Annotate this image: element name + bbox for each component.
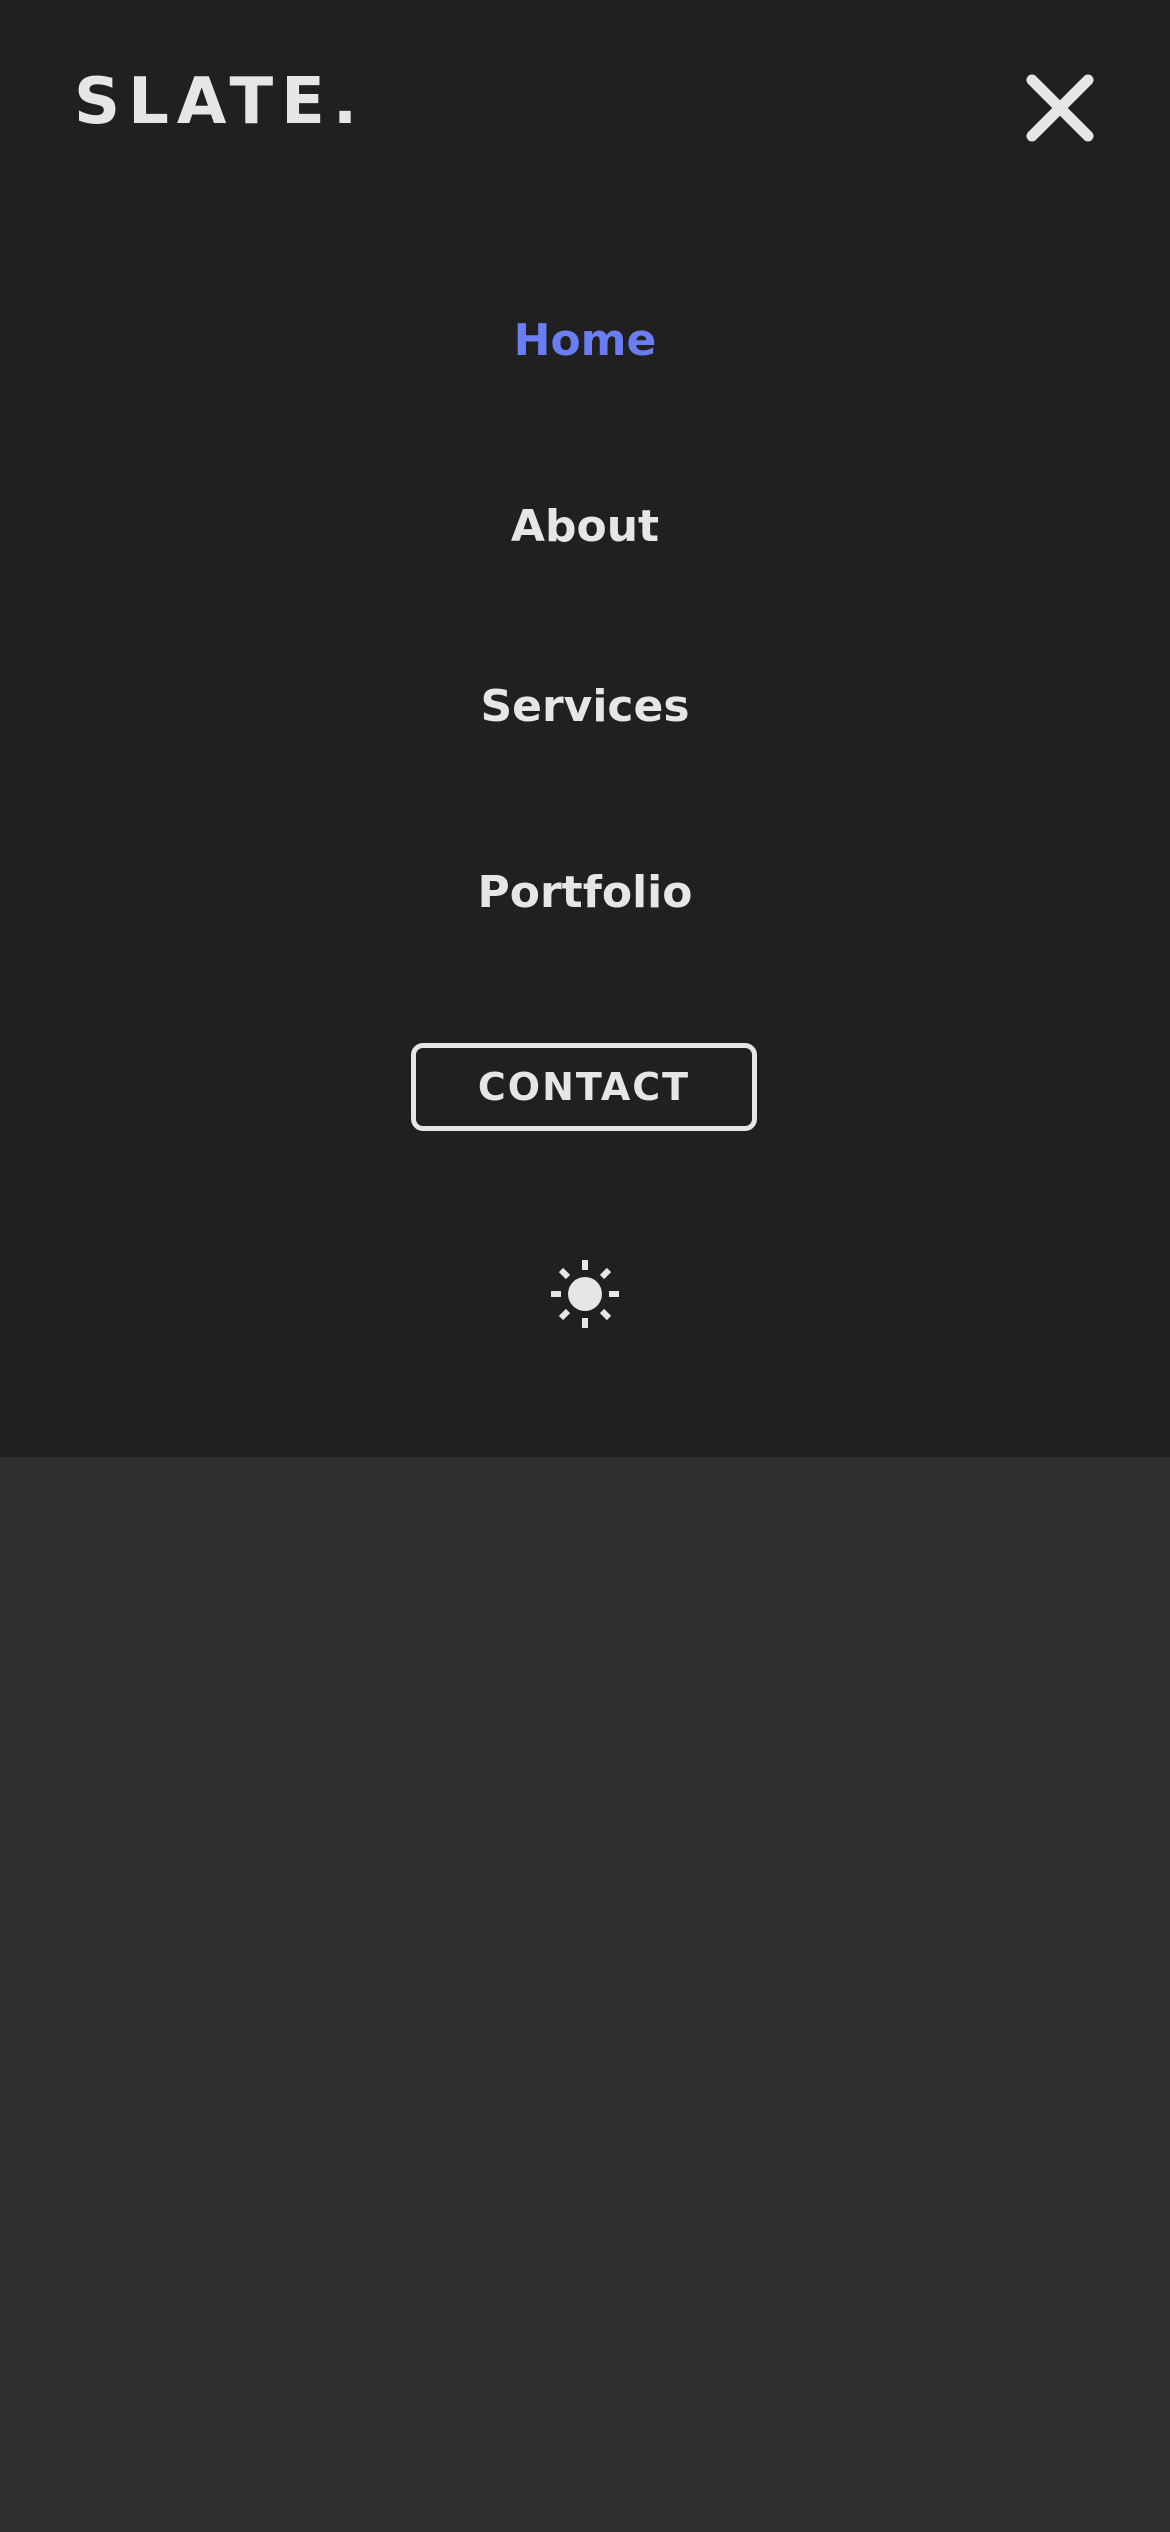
page: SLATE. Home About Services Portfolio CON… [0,0,1170,2532]
theme-toggle-button[interactable] [550,1259,620,1329]
close-menu-button[interactable] [1020,68,1100,148]
nav-link-about[interactable]: About [0,497,1170,557]
mobile-menu-overlay: SLATE. Home About Services Portfolio CON… [0,0,1170,1457]
contact-button[interactable]: CONTACT [411,1043,757,1131]
nav-link-portfolio[interactable]: Portfolio [0,863,1170,923]
nav-link-home[interactable]: Home [0,311,1170,371]
close-icon [1020,68,1100,148]
site-logo[interactable]: SLATE. [74,62,365,142]
sun-icon [550,1259,620,1329]
nav-link-services[interactable]: Services [0,677,1170,737]
